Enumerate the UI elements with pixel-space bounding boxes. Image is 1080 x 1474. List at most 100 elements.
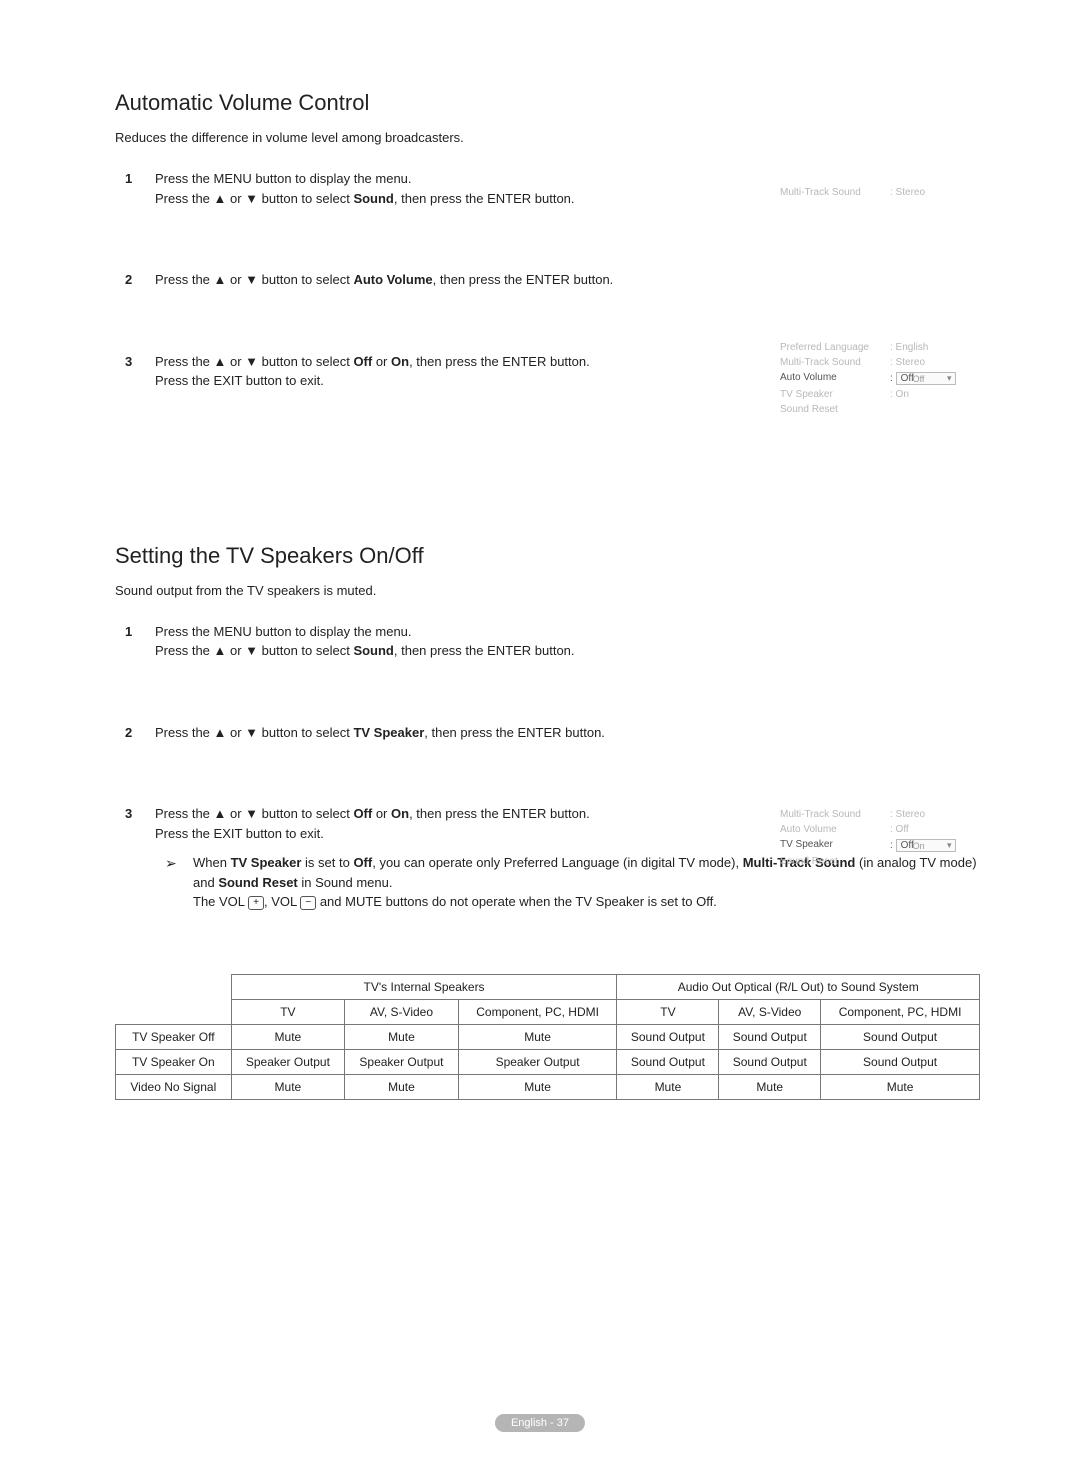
note-text: in Sound menu. xyxy=(298,875,393,890)
osd-row: TV Speaker: On xyxy=(780,387,980,402)
keyword-sound-reset: Sound Reset xyxy=(218,875,297,890)
keyword-off: Off xyxy=(353,354,372,369)
table-cell: Sound Output xyxy=(821,1024,980,1049)
table-cell: Mute xyxy=(458,1074,617,1099)
table-cell: Mute xyxy=(231,1074,345,1099)
osd-label: TV Speaker xyxy=(780,389,890,400)
table-subheader-row: TV AV, S-Video Component, PC, HDMI TV AV… xyxy=(116,999,980,1024)
osd-snippet-1: Multi-Track Sound : Stereo xyxy=(780,185,980,200)
step-text: Press the MENU button to display the men… xyxy=(155,624,412,639)
table-subheader: AV, S-Video xyxy=(345,999,459,1024)
keyword-auto-volume: Auto Volume xyxy=(353,272,432,287)
step-text: , then press the ENTER button. xyxy=(409,806,590,821)
manual-page: Automatic Volume Control Reduces the dif… xyxy=(0,0,1080,1474)
step-text: Press the EXIT button to exit. xyxy=(155,826,324,841)
osd-label: Sound Reset xyxy=(780,856,890,867)
keyword-tv-speaker: TV Speaker xyxy=(353,725,424,740)
step-text: , then press the ENTER button. xyxy=(433,272,614,287)
osd-label: Sound Reset xyxy=(780,404,890,415)
section1-intro: Reduces the difference in volume level a… xyxy=(115,130,980,145)
table-cell: Speaker Output xyxy=(458,1049,617,1074)
section1-step-2: Press the ▲ or ▼ button to select Auto V… xyxy=(125,270,980,290)
osd-value xyxy=(890,404,980,415)
step-text: Press the ▲ or ▼ button to select xyxy=(155,643,353,658)
section1-title: Automatic Volume Control xyxy=(115,90,980,116)
speaker-output-table: TV's Internal Speakers Audio Out Optical… xyxy=(115,974,980,1100)
step-text: , then press the ENTER button. xyxy=(394,643,575,658)
osd-row: Preferred Language: English xyxy=(780,340,980,355)
osd-value: : OffOff xyxy=(890,372,980,385)
osd-row: Auto Volume: Off xyxy=(780,822,980,837)
osd-dropdown[interactable]: OffOn xyxy=(896,839,956,852)
table-cell: Mute xyxy=(458,1024,617,1049)
table-header-row: TV's Internal Speakers Audio Out Optical… xyxy=(116,974,980,999)
table-cell: Mute xyxy=(821,1074,980,1099)
osd-row: Multi-Track Sound: Stereo xyxy=(780,807,980,822)
table-cell: Speaker Output xyxy=(231,1049,345,1074)
osd-row: Sound Reset xyxy=(780,402,980,417)
section2-step-1: Press the MENU button to display the men… xyxy=(125,622,980,661)
table-cell: Sound Output xyxy=(719,1049,821,1074)
note-text: and MUTE buttons do not operate when the… xyxy=(316,894,717,909)
table-cell: Sound Output xyxy=(821,1049,980,1074)
table-cell: Sound Output xyxy=(617,1049,719,1074)
keyword-tv-speaker: TV Speaker xyxy=(231,855,302,870)
osd-row-active: Auto Volume : OffOff xyxy=(780,370,980,387)
table-cell: Sound Output xyxy=(617,1024,719,1049)
keyword-sound: Sound xyxy=(353,191,393,206)
osd-value xyxy=(890,856,980,867)
step-text: Press the ▲ or ▼ button to select xyxy=(155,725,353,740)
table-cell: Mute xyxy=(231,1024,345,1049)
osd-value: : OffOn xyxy=(890,839,980,852)
table-header-internal: TV's Internal Speakers xyxy=(231,974,617,999)
table-row-label: TV Speaker Off xyxy=(116,1024,232,1049)
vol-minus-icon: − xyxy=(300,896,316,910)
osd-value: : Stereo xyxy=(890,357,980,368)
table-subheader: TV xyxy=(231,999,345,1024)
table-cell: Mute xyxy=(345,1024,459,1049)
note-text: is set to xyxy=(301,855,353,870)
step-text: Press the MENU button to display the men… xyxy=(155,171,412,186)
osd-label: Preferred Language xyxy=(780,342,890,353)
section2-intro: Sound output from the TV speakers is mut… xyxy=(115,583,980,598)
note-text: , you can operate only Preferred Languag… xyxy=(372,855,742,870)
osd-dropdown-alt: Off xyxy=(913,374,925,384)
table-row-label: Video No Signal xyxy=(116,1074,232,1099)
step-text: , then press the ENTER button. xyxy=(409,354,590,369)
page-footer: English - 37 xyxy=(495,1414,585,1432)
table-subheader: AV, S-Video xyxy=(719,999,821,1024)
note-text: , VOL xyxy=(264,894,300,909)
osd-row: Sound Reset xyxy=(780,854,980,869)
keyword-on: On xyxy=(391,354,409,369)
table-cell: Mute xyxy=(719,1074,821,1099)
osd-dropdown[interactable]: OffOff xyxy=(896,372,956,385)
osd-value: : Off xyxy=(890,824,980,835)
section2-title: Setting the TV Speakers On/Off xyxy=(115,543,980,569)
table-cell: Mute xyxy=(617,1074,719,1099)
table-header-audio-out: Audio Out Optical (R/L Out) to Sound Sys… xyxy=(617,974,980,999)
osd-label: Auto Volume xyxy=(780,372,890,385)
step-text: , then press the ENTER button. xyxy=(394,191,575,206)
table-cell: Sound Output xyxy=(719,1024,821,1049)
table-cell: Speaker Output xyxy=(345,1049,459,1074)
step-text: Press the ▲ or ▼ button to select xyxy=(155,272,353,287)
keyword-sound: Sound xyxy=(353,643,393,658)
osd-value: : Stereo xyxy=(890,187,980,198)
osd-label: Auto Volume xyxy=(780,824,890,835)
osd-snippet-3: Multi-Track Sound: Stereo Auto Volume: O… xyxy=(780,807,980,869)
table-subheader: TV xyxy=(617,999,719,1024)
osd-label: Multi-Track Sound xyxy=(780,809,890,820)
osd-label: Multi-Track Sound xyxy=(780,357,890,368)
table-row: TV Speaker Off Mute Mute Mute Sound Outp… xyxy=(116,1024,980,1049)
vol-plus-icon: + xyxy=(248,896,264,910)
step-text: Press the ▲ or ▼ button to select xyxy=(155,806,353,821)
osd-dropdown-alt: On xyxy=(913,841,925,851)
table-subheader: Component, PC, HDMI xyxy=(458,999,617,1024)
osd-value: : English xyxy=(890,342,980,353)
osd-row: Multi-Track Sound : Stereo xyxy=(780,185,980,200)
table-row: TV Speaker On Speaker Output Speaker Out… xyxy=(116,1049,980,1074)
step-text: or xyxy=(372,806,391,821)
osd-value: : On xyxy=(890,389,980,400)
note-text: When xyxy=(193,855,231,870)
table-subheader: Component, PC, HDMI xyxy=(821,999,980,1024)
